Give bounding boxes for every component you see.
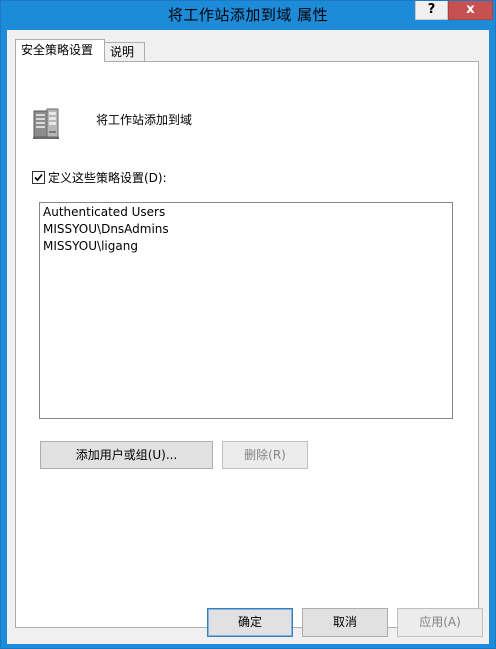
tab-explain[interactable]: 说明 [105,42,145,62]
tab-panel: 将工作站添加到域 定义这些策略设置(D): Authenticated User… [15,61,479,628]
dialog-client-area: 安全策略设置 说明 将工作站添加到域 定义这些策略设置(D): Authenti… [7,30,489,644]
list-item[interactable]: MISSYOU\DnsAdmins [43,222,169,236]
tab-security-policy-setting[interactable]: 安全策略设置 [15,39,105,62]
define-setting-checkbox[interactable] [32,170,45,184]
properties-dialog: 将工作站添加到域 属性 ? x 安全策略设置 说明 将工作站添加到域 定义这些策… [0,0,496,649]
title-bar[interactable]: 将工作站添加到域 属性 ? x [1,1,495,29]
define-setting-row[interactable]: 定义这些策略设置(D): [32,169,167,185]
list-item[interactable]: Authenticated Users [43,205,165,219]
remove-button[interactable]: 删除(R) [222,441,308,469]
add-user-or-group-button[interactable]: 添加用户或组(U)... [40,441,213,469]
define-setting-label[interactable]: 定义这些策略设置(D): [48,169,167,186]
list-item[interactable]: MISSYOU\ligang [43,239,138,253]
apply-button[interactable]: 应用(A) [397,608,483,637]
cancel-button[interactable]: 取消 [302,608,388,637]
principals-listbox[interactable]: Authenticated Users MISSYOU\DnsAdmins MI… [39,202,453,419]
ok-button[interactable]: 确定 [207,608,293,637]
close-button[interactable]: x [448,1,493,20]
server-computer-icon [32,107,62,141]
policy-name: 将工作站添加到域 [96,113,193,127]
help-button[interactable]: ? [415,1,448,20]
